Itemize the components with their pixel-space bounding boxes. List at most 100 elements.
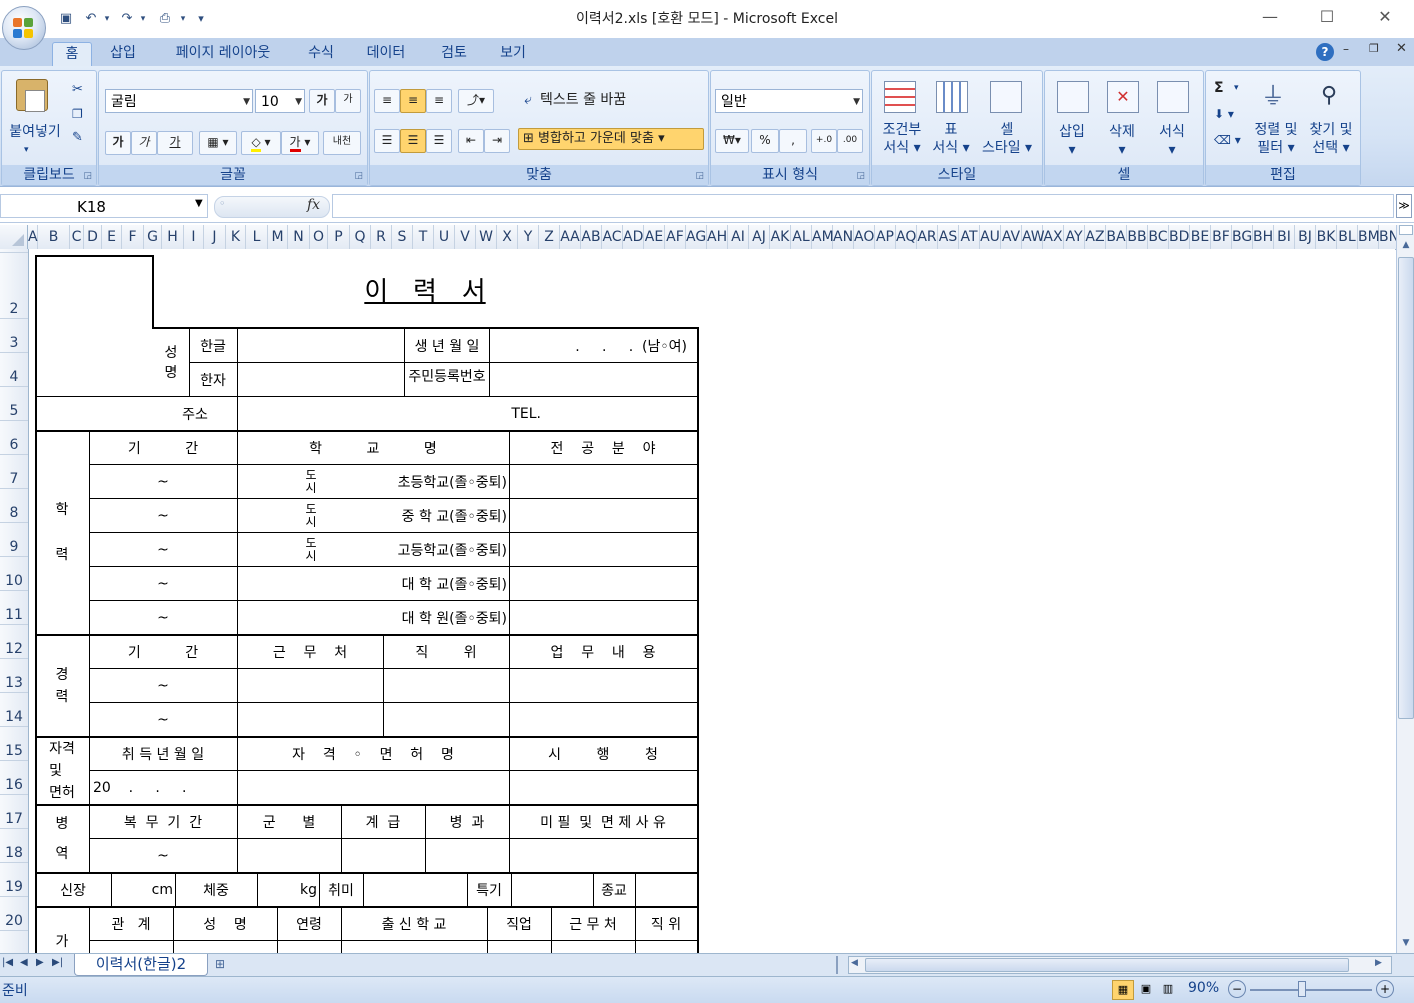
align-right-icon[interactable]: ☰: [426, 129, 452, 153]
name-box[interactable]: K18 ▼: [0, 194, 208, 218]
column-header-al[interactable]: AL: [791, 225, 812, 249]
tab-page-layout[interactable]: 페이지 레이아웃: [160, 42, 286, 66]
number-format-combo[interactable]: 일반 ▼: [715, 89, 863, 113]
row-header-20[interactable]: 20: [0, 897, 28, 931]
column-header-ba[interactable]: BA: [1106, 225, 1127, 249]
zoom-slider-thumb[interactable]: [1298, 981, 1306, 997]
column-header-aa[interactable]: AA: [560, 225, 581, 249]
fill-icon[interactable]: ⬇ ▾: [1214, 105, 1234, 123]
office-button[interactable]: [2, 6, 46, 50]
align-center-icon[interactable]: ☰: [400, 129, 426, 153]
help-icon[interactable]: ?: [1316, 43, 1334, 61]
paste-button[interactable]: 붙여넣기: [4, 123, 66, 141]
column-header-c[interactable]: C: [70, 225, 84, 249]
sheet-tab-active[interactable]: 이력서(한글)2: [74, 954, 208, 976]
column-header-ar[interactable]: AR: [917, 225, 938, 249]
column-header-bi[interactable]: BI: [1274, 225, 1295, 249]
format-painter-icon[interactable]: ✎: [72, 129, 83, 147]
column-header-at[interactable]: AT: [959, 225, 980, 249]
align-middle-icon[interactable]: ≡: [400, 89, 426, 113]
row-header-2[interactable]: 2: [0, 253, 28, 319]
column-header-o[interactable]: O: [310, 225, 328, 249]
zoom-out-icon[interactable]: −: [1228, 980, 1246, 998]
tab-formulas[interactable]: 수식: [300, 42, 342, 66]
row-header-10[interactable]: 10: [0, 557, 28, 591]
tab-insert[interactable]: 삽입: [102, 42, 144, 66]
insert-sheet-icon[interactable]: ⊞: [206, 954, 234, 975]
column-header-x[interactable]: X: [497, 225, 518, 249]
column-header-aq[interactable]: AQ: [896, 225, 917, 249]
decrease-decimal-icon[interactable]: .00: [837, 129, 863, 153]
column-header-au[interactable]: AU: [980, 225, 1001, 249]
minimize-button[interactable]: —: [1256, 6, 1284, 28]
column-header-ay[interactable]: AY: [1064, 225, 1085, 249]
column-header-bb[interactable]: BB: [1127, 225, 1148, 249]
column-header-f[interactable]: F: [122, 225, 144, 249]
conditional-format-button[interactable]: 조건부 서식 ▾: [874, 121, 930, 157]
tab-data[interactable]: 데이터: [358, 42, 414, 66]
close-button[interactable]: ✕: [1371, 6, 1399, 28]
column-header-y[interactable]: Y: [518, 225, 539, 249]
column-header-w[interactable]: W: [476, 225, 497, 249]
row-header-5[interactable]: 5: [0, 387, 28, 421]
column-header-aw[interactable]: AW: [1022, 225, 1045, 249]
column-header-ag[interactable]: AG: [686, 225, 707, 249]
column-header-h[interactable]: H: [162, 225, 184, 249]
row-header-18[interactable]: 18: [0, 829, 28, 863]
column-header-bg[interactable]: BG: [1232, 225, 1253, 249]
row-header-4[interactable]: 4: [0, 353, 28, 387]
font-size-combo[interactable]: 10 ▼: [255, 89, 305, 113]
alignment-launcher-icon[interactable]: ◲: [695, 171, 704, 181]
find-select-button[interactable]: 찾기 및 선택 ▾: [1304, 121, 1358, 157]
row-header-13[interactable]: 13: [0, 659, 28, 693]
worksheet-grid[interactable]: 이 력 서 성 명 한글 한자 생 년 월 일 . . . (남◦여) 주민등록…: [29, 249, 1395, 953]
decrease-indent-icon[interactable]: ⇤: [458, 129, 484, 153]
column-header-ap[interactable]: AP: [875, 225, 896, 249]
scroll-right-icon[interactable]: ▶: [1375, 958, 1382, 968]
column-header-ad[interactable]: AD: [623, 225, 644, 249]
column-header-l[interactable]: L: [246, 225, 268, 249]
column-header-bc[interactable]: BC: [1148, 225, 1169, 249]
column-header-bk[interactable]: BK: [1316, 225, 1337, 249]
cell-styles-button[interactable]: 셀 스타일 ▾: [976, 121, 1038, 157]
workbook-restore-icon[interactable]: ❐: [1369, 42, 1379, 55]
column-header-t[interactable]: T: [413, 225, 434, 249]
italic-button[interactable]: 가: [131, 131, 157, 155]
column-header-az[interactable]: AZ: [1085, 225, 1106, 249]
column-header-bd[interactable]: BD: [1169, 225, 1190, 249]
increase-indent-icon[interactable]: ⇥: [484, 129, 510, 153]
page-break-view-icon[interactable]: ▥: [1158, 980, 1178, 998]
copy-icon[interactable]: ❐: [72, 105, 83, 123]
horizontal-scroll-thumb[interactable]: [865, 958, 1349, 972]
autosum-icon[interactable]: Σ: [1214, 79, 1224, 97]
tab-review[interactable]: 검토: [432, 42, 476, 66]
column-header-ax[interactable]: AX: [1043, 225, 1064, 249]
font-color-button[interactable]: 가 ▾: [281, 131, 319, 155]
bold-button[interactable]: 가: [105, 131, 131, 155]
column-header-ak[interactable]: AK: [770, 225, 791, 249]
column-header-af[interactable]: AF: [665, 225, 686, 249]
page-layout-view-icon[interactable]: ▣: [1136, 980, 1156, 998]
column-header-p[interactable]: P: [328, 225, 350, 249]
vertical-scroll-thumb[interactable]: [1398, 257, 1414, 719]
autosum-dropdown-icon[interactable]: ▾: [1234, 79, 1239, 97]
column-header-a[interactable]: A: [28, 225, 38, 249]
column-header-ai[interactable]: AI: [728, 225, 749, 249]
paste-dropdown-icon[interactable]: ▾: [24, 141, 29, 159]
column-header-m[interactable]: M: [268, 225, 288, 249]
normal-view-icon[interactable]: ▦: [1112, 980, 1134, 1000]
scroll-up-icon[interactable]: ▲: [1398, 237, 1414, 253]
clear-icon[interactable]: ⌫ ▾: [1214, 131, 1241, 149]
cut-icon[interactable]: ✂: [72, 81, 83, 99]
row-header-7[interactable]: 7: [0, 455, 28, 489]
column-header-an[interactable]: AN: [833, 225, 854, 249]
column-header-d[interactable]: D: [84, 225, 102, 249]
prev-sheet-icon[interactable]: ◀: [20, 957, 28, 968]
paste-icon[interactable]: [16, 79, 48, 112]
increase-decimal-icon[interactable]: +.0: [811, 129, 837, 153]
comma-button[interactable]: ,: [779, 129, 807, 153]
column-header-bj[interactable]: BJ: [1295, 225, 1316, 249]
column-header-bn[interactable]: BN: [1379, 225, 1396, 249]
zoom-level[interactable]: 90%: [1188, 980, 1219, 996]
column-header-bm[interactable]: BM: [1358, 225, 1380, 249]
